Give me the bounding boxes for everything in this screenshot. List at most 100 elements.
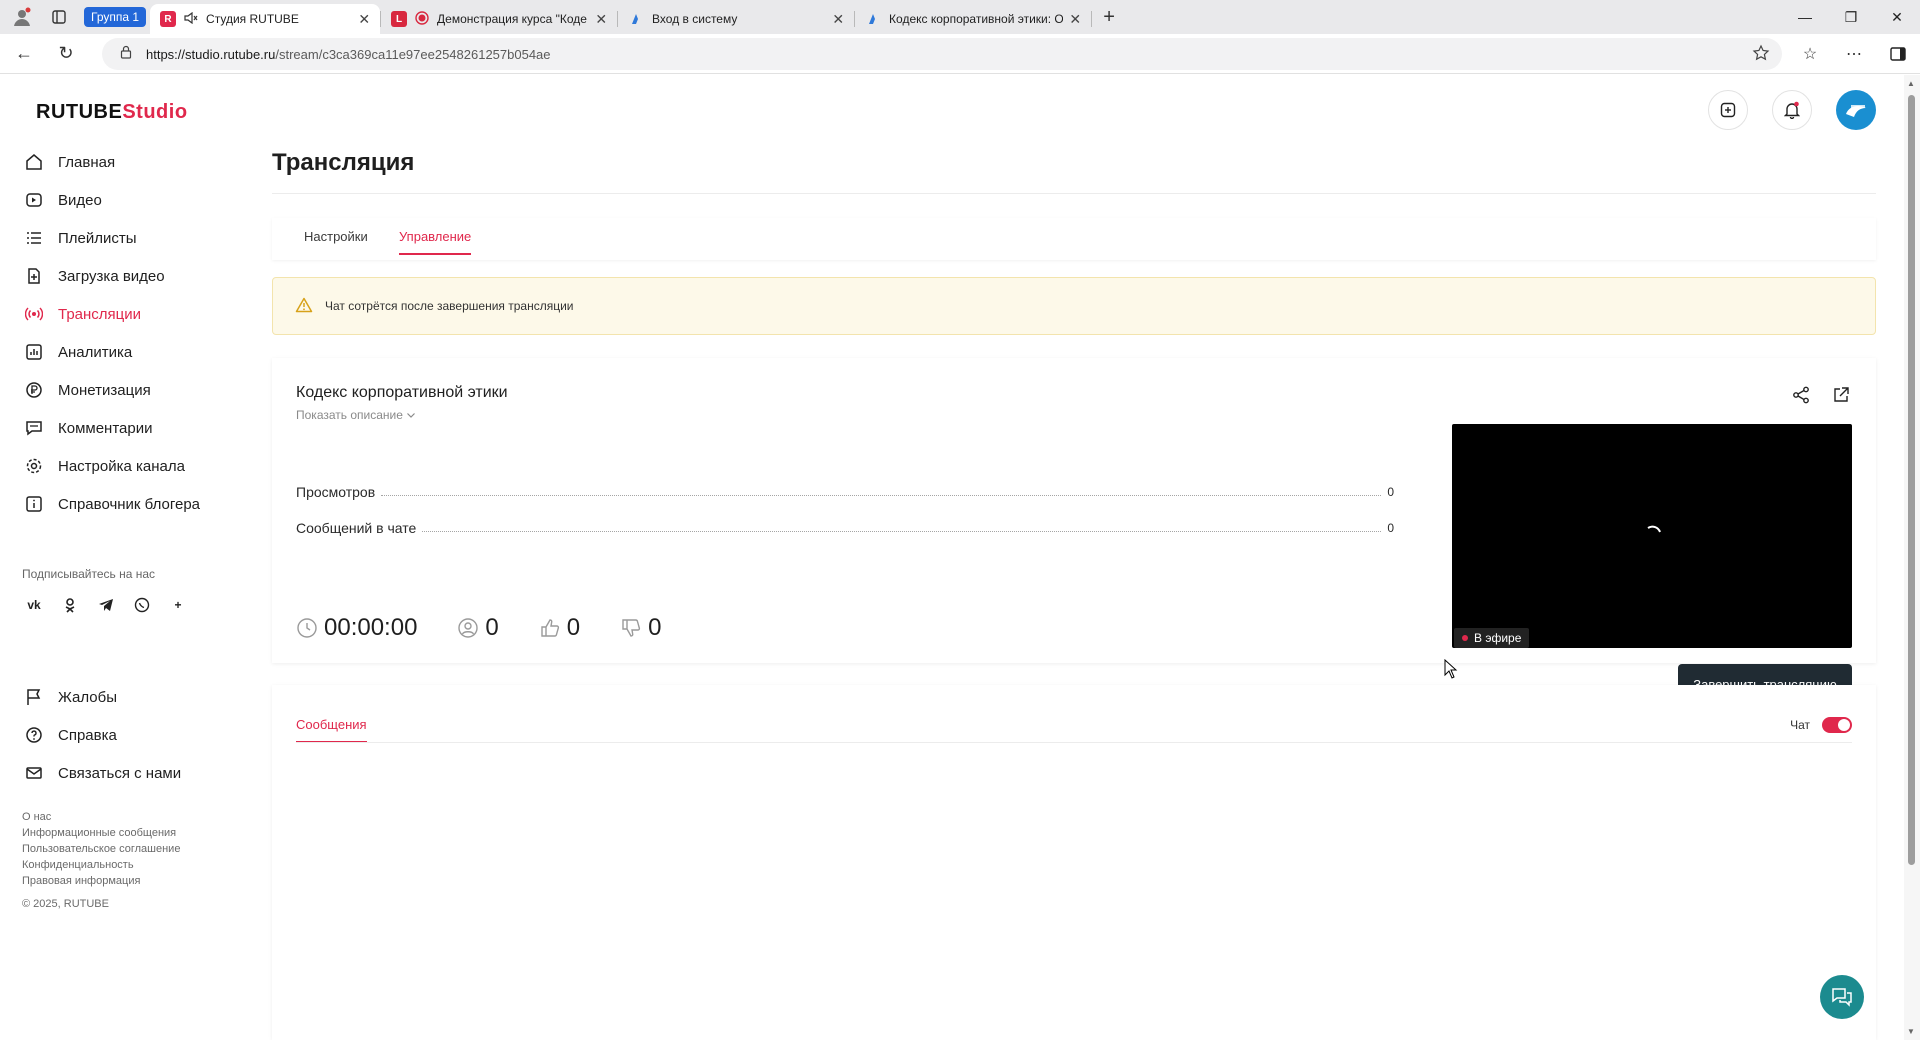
browser-tab-login[interactable]: Вход в систему ✕ xyxy=(618,4,854,34)
sidebar-item-label: Плейлисты xyxy=(58,229,137,247)
live-badge: В эфире xyxy=(1454,628,1530,648)
sidebar-item-blogger-guide[interactable]: Справочник блогера xyxy=(0,485,250,523)
notice-text: Чат сотрётся после завершения трансляции xyxy=(325,299,574,313)
more-socials-icon[interactable]: + xyxy=(166,593,190,617)
sidebar-item-contact[interactable]: Связаться с нами xyxy=(0,754,250,792)
browser-tab-codex[interactable]: Кодекс корпоративной этики: О ✕ xyxy=(855,4,1091,34)
tab-messages[interactable]: Сообщения xyxy=(296,717,367,743)
sidebar: RUTUBEStudio Главная Видео Плейлисты Заг… xyxy=(0,75,250,1040)
browser-tab-rutube[interactable]: R Студия RUTUBE ✕ xyxy=(150,4,381,34)
minimize-icon[interactable]: — xyxy=(1782,0,1828,34)
window-controls: — ❐ ✕ xyxy=(1782,0,1920,34)
sidebar-item-home[interactable]: Главная xyxy=(0,143,250,181)
sidebar-nav: Главная Видео Плейлисты Загрузка видео Т… xyxy=(0,143,250,523)
chat-toggle[interactable] xyxy=(1822,717,1852,733)
footer-link-info[interactable]: Информационные сообщения xyxy=(22,825,180,841)
close-icon[interactable]: ✕ xyxy=(832,11,844,28)
stream-tabs: Настройки Управление xyxy=(272,218,1876,260)
playlist-icon xyxy=(24,228,44,248)
sidebar-toggle-icon[interactable] xyxy=(1876,34,1920,74)
dotted-leader xyxy=(422,524,1382,532)
tab-group-chip[interactable]: Группа 1 xyxy=(84,7,147,27)
close-icon[interactable]: ✕ xyxy=(1069,11,1081,28)
tab-title: Кодекс корпоративной этики: О xyxy=(889,12,1064,26)
sidebar-item-broadcasts[interactable]: Трансляции xyxy=(0,295,250,333)
sidebar-item-complaints[interactable]: Жалобы xyxy=(0,678,250,716)
favorites-icon[interactable]: ☆ xyxy=(1788,34,1832,74)
reload-icon[interactable]: ↻ xyxy=(48,36,84,72)
viewer-icon xyxy=(457,617,479,639)
address-bar[interactable]: https://studio.rutube.ru/stream/c3ca369c… xyxy=(102,38,1782,70)
tab-management[interactable]: Управление xyxy=(399,229,472,255)
page-scrollbar[interactable]: ▲ ▼ xyxy=(1904,75,1920,1040)
vk-icon[interactable]: vk xyxy=(22,593,46,617)
tab-settings[interactable]: Настройки xyxy=(304,229,368,253)
sidebar-item-playlists[interactable]: Плейлисты xyxy=(0,219,250,257)
ok-icon[interactable] xyxy=(58,593,82,617)
sidebar-secondary-nav: Жалобы Справка Связаться с нами xyxy=(0,678,250,792)
subscribe-label: Подписывайтесь на нас xyxy=(22,567,156,581)
telegram-icon[interactable] xyxy=(94,593,118,617)
sidebar-item-monetization[interactable]: Монетизация xyxy=(0,371,250,409)
browser-toolbar: ← ↻ https://studio.rutube.ru/stream/c3ca… xyxy=(0,34,1920,74)
favorite-star-icon[interactable] xyxy=(1752,44,1770,67)
copyright: © 2025, RUTUBE xyxy=(22,898,109,910)
close-icon[interactable]: ✕ xyxy=(358,11,370,28)
social-links: vk + xyxy=(22,593,202,617)
lms-icon: L xyxy=(391,11,408,27)
stream-preview-player[interactable]: В эфире xyxy=(1452,424,1852,648)
tab-actions-icon[interactable] xyxy=(44,0,74,34)
close-icon[interactable]: ✕ xyxy=(595,11,607,28)
comment-icon xyxy=(24,418,44,438)
rutube-icon: R xyxy=(160,11,177,27)
sidebar-item-video[interactable]: Видео xyxy=(0,181,250,219)
viber-icon[interactable] xyxy=(130,593,154,617)
sidebar-item-analytics[interactable]: Аналитика xyxy=(0,333,250,371)
footer-link-legal[interactable]: Правовая информация xyxy=(22,873,180,889)
help-icon xyxy=(24,725,44,745)
restore-icon[interactable]: ❐ xyxy=(1828,0,1874,34)
upload-icon xyxy=(24,266,44,286)
divider xyxy=(296,742,1852,743)
home-icon xyxy=(24,152,44,172)
sidebar-item-label: Главная xyxy=(58,153,116,171)
sidebar-item-comments[interactable]: Комментарии xyxy=(0,409,250,447)
stat-label: Просмотров xyxy=(296,484,376,500)
chevron-down-icon xyxy=(406,408,416,422)
show-description-toggle[interactable]: Показать описание xyxy=(296,408,416,422)
toggle-knob xyxy=(1838,719,1850,731)
rutube-studio-logo[interactable]: RUTUBEStudio xyxy=(36,101,188,124)
new-tab-button[interactable]: + xyxy=(1092,0,1126,34)
chat-card: Сообщения Чат xyxy=(272,685,1876,1040)
scrollbar-thumb[interactable] xyxy=(1908,95,1915,865)
footer-link-privacy[interactable]: Конфиденциальность xyxy=(22,857,180,873)
footer-links: О нас Информационные сообщения Пользоват… xyxy=(22,809,180,889)
back-icon[interactable]: ← xyxy=(6,36,42,72)
sidebar-item-help[interactable]: Справка xyxy=(0,716,250,754)
tab-title: Демонстрация курса "Коде xyxy=(437,12,587,26)
stat-label: Сообщений в чате xyxy=(296,520,417,536)
profile-icon[interactable] xyxy=(0,0,44,34)
more-icon[interactable]: ⋯ xyxy=(1832,34,1876,74)
lock-icon[interactable] xyxy=(120,45,132,64)
stat-value: 0 xyxy=(1387,521,1394,535)
sidebar-item-channel-settings[interactable]: Настройка канала xyxy=(0,447,250,485)
open-external-icon[interactable] xyxy=(1830,384,1852,406)
scroll-up-icon[interactable]: ▲ xyxy=(1907,79,1915,88)
mute-icon[interactable] xyxy=(184,11,198,27)
sidebar-item-label: Монетизация xyxy=(58,381,151,399)
support-chat-button[interactable] xyxy=(1820,975,1864,1019)
main-content: Трансляция Настройки Управление Чат сотр… xyxy=(272,75,1876,1040)
scroll-down-icon[interactable]: ▼ xyxy=(1907,1027,1915,1036)
thumbs-up-icon xyxy=(539,617,561,639)
footer-link-about[interactable]: О нас xyxy=(22,809,180,825)
gear-icon xyxy=(24,456,44,476)
browser-tab-demo[interactable]: L Демонстрация курса "Коде ✕ xyxy=(381,4,617,34)
sidebar-item-label: Видео xyxy=(58,191,102,209)
tab-title: Вход в систему xyxy=(652,12,738,26)
stat-chat-messages: Сообщений в чате 0 xyxy=(296,518,1394,538)
footer-link-terms[interactable]: Пользовательское соглашение xyxy=(22,841,180,857)
sidebar-item-upload[interactable]: Загрузка видео xyxy=(0,257,250,295)
share-icon[interactable] xyxy=(1790,384,1812,406)
close-window-icon[interactable]: ✕ xyxy=(1874,0,1920,34)
